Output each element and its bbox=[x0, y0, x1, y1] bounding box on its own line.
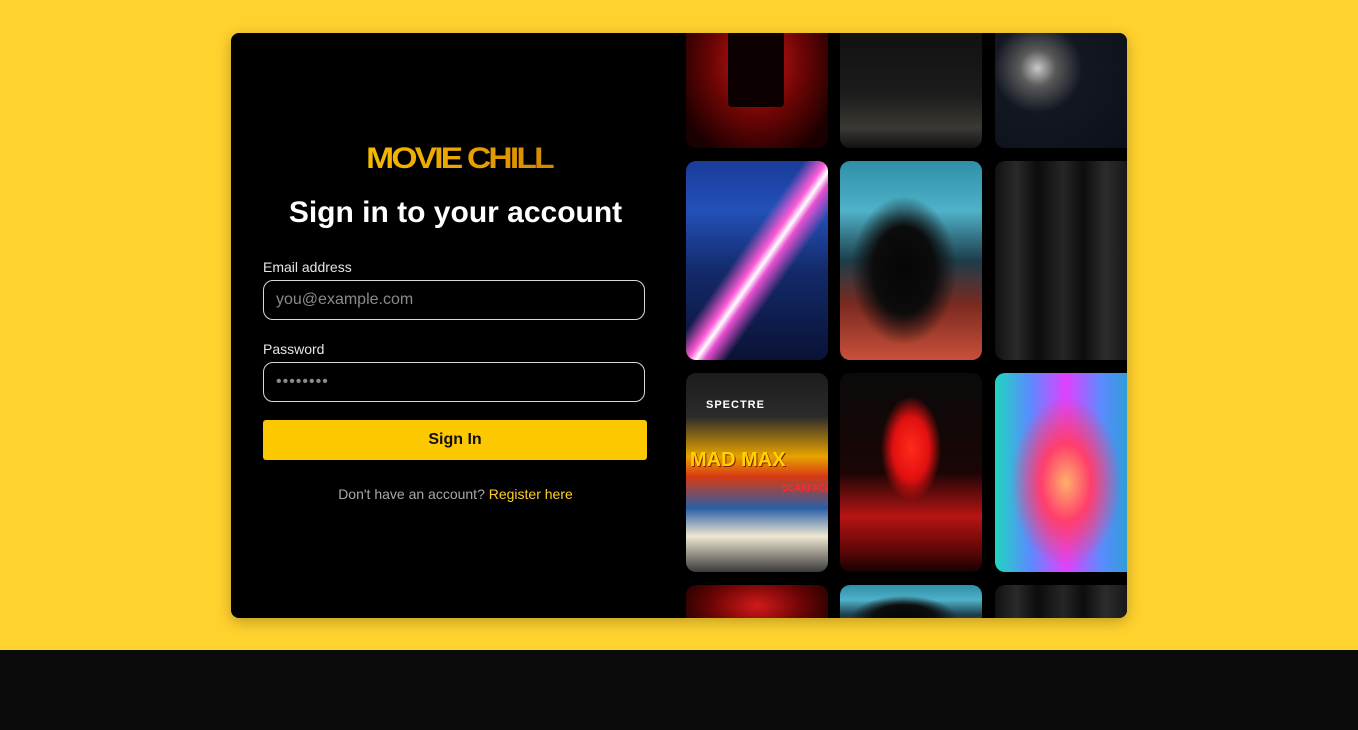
gallery-image-red-repeat bbox=[686, 585, 828, 618]
gallery-image-cinema-hall bbox=[840, 373, 982, 572]
poster-spectre: SPECTRE bbox=[706, 399, 765, 411]
password-label: Password bbox=[263, 341, 325, 357]
gallery-image-smoke-repeat bbox=[840, 585, 982, 618]
register-prompt-text: Don't have an account? bbox=[338, 486, 485, 502]
login-card: MOVIE CHILL Sign in to your account Emai… bbox=[231, 33, 1127, 618]
email-field[interactable]: you@example.com bbox=[263, 280, 645, 320]
movie-chill-logo: MOVIE CHILL bbox=[346, 143, 572, 175]
email-label: Email address bbox=[263, 259, 352, 275]
silhouette-figure bbox=[728, 33, 784, 107]
password-field[interactable]: •••••••• bbox=[263, 362, 645, 402]
sign-in-form: MOVIE CHILL Sign in to your account Emai… bbox=[231, 33, 686, 618]
poster-scarface: SCARFACE bbox=[782, 483, 828, 493]
gallery-image-skull bbox=[995, 33, 1127, 148]
page-title: Sign in to your account bbox=[288, 196, 623, 229]
gallery-image-forest-repeat bbox=[995, 585, 1127, 618]
footer bbox=[0, 650, 1358, 730]
sign-in-button[interactable]: Sign In bbox=[263, 420, 647, 460]
poster-mad-max: MAD MAX bbox=[690, 449, 786, 471]
gallery-image-blue-red-smoke bbox=[840, 161, 982, 360]
gallery-image-movie-posters: SPECTRE MAD MAX SCARFACE bbox=[686, 373, 828, 572]
gallery-image-city-night bbox=[686, 161, 828, 360]
register-prompt: Don't have an account? Register here bbox=[231, 486, 680, 502]
gallery-image-dark-forest bbox=[995, 161, 1127, 360]
register-link[interactable]: Register here bbox=[489, 486, 573, 502]
gallery-image-dark-corridor bbox=[840, 33, 982, 148]
gallery-image-red-silhouette bbox=[686, 33, 828, 148]
gallery-image-neon-corridor bbox=[995, 373, 1127, 572]
